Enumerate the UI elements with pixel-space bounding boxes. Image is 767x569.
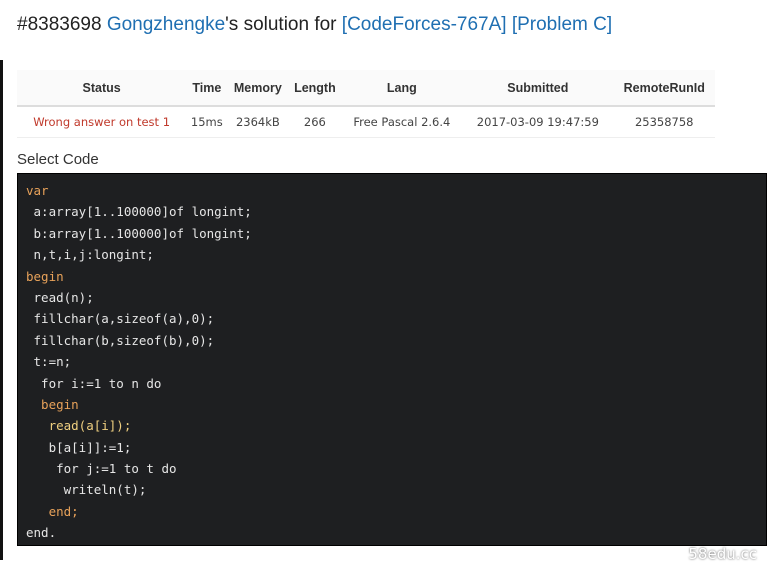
code-line: var — [26, 183, 49, 198]
col-remote-run-id: RemoteRunId — [613, 70, 715, 107]
length-cell: 266 — [288, 106, 342, 138]
run-id: #8383698 — [17, 14, 102, 35]
col-lang: Lang — [341, 70, 463, 107]
col-memory: Memory — [227, 70, 289, 107]
code-line: end; — [26, 503, 79, 519]
code-line: for i:=1 to n do — [26, 375, 162, 391]
status-cell[interactable]: Wrong answer on test 1 — [17, 106, 187, 138]
title-suffix: 's solution for — [225, 14, 337, 35]
time-cell: 15ms — [186, 106, 228, 138]
submitted-cell: 2017-03-09 19:47:59 — [462, 106, 614, 138]
code-line: for j:=1 to t do — [26, 461, 177, 477]
code-line: fillchar(b,sizeof(b),0); — [26, 332, 215, 348]
code-line: t:=n; — [26, 354, 72, 370]
problem-source-link[interactable]: [CodeForces-767A] — [342, 14, 507, 35]
code-block[interactable]: var a:array[1..100000]of longint; b:arra… — [17, 173, 767, 546]
remote-run-id-cell: 25358758 — [613, 106, 715, 138]
code-line: begin — [26, 268, 64, 284]
col-length: Length — [288, 70, 342, 107]
select-code-label[interactable]: Select Code — [17, 151, 99, 168]
table-header-row: Status Time Memory Length Lang Submitted… — [17, 70, 715, 107]
code-line: begin — [26, 396, 79, 412]
submission-table: Status Time Memory Length Lang Submitted… — [17, 70, 715, 138]
table-row: Wrong answer on test 1 15ms 2364kB 266 F… — [17, 106, 715, 138]
code-line: a:array[1..100000]of longint; — [26, 204, 252, 220]
code-line: read(a[i]); — [26, 418, 132, 434]
user-link[interactable]: Gongzhengke — [107, 14, 225, 35]
lang-cell: Free Pascal 2.6.4 — [341, 106, 463, 138]
code-line: b[a[i]]:=1; — [26, 439, 132, 455]
problem-link[interactable]: [Problem C] — [512, 14, 612, 35]
code-line: end. — [26, 525, 57, 541]
code-line: fillchar(a,sizeof(a),0); — [26, 311, 215, 327]
col-submitted: Submitted — [462, 70, 614, 107]
col-time: Time — [186, 70, 228, 107]
left-border — [0, 60, 3, 560]
watermark: 58edu.cc — [688, 545, 757, 563]
code-line: n,t,i,j:longint; — [26, 247, 154, 263]
memory-cell: 2364kB — [227, 106, 289, 138]
code-line: read(n); — [26, 289, 94, 305]
code-line: writeln(t); — [26, 482, 147, 498]
code-line: b:array[1..100000]of longint; — [26, 225, 252, 241]
page-title: #8383698 Gongzhengke's solution for [Cod… — [17, 14, 612, 36]
col-status: Status — [17, 70, 187, 107]
